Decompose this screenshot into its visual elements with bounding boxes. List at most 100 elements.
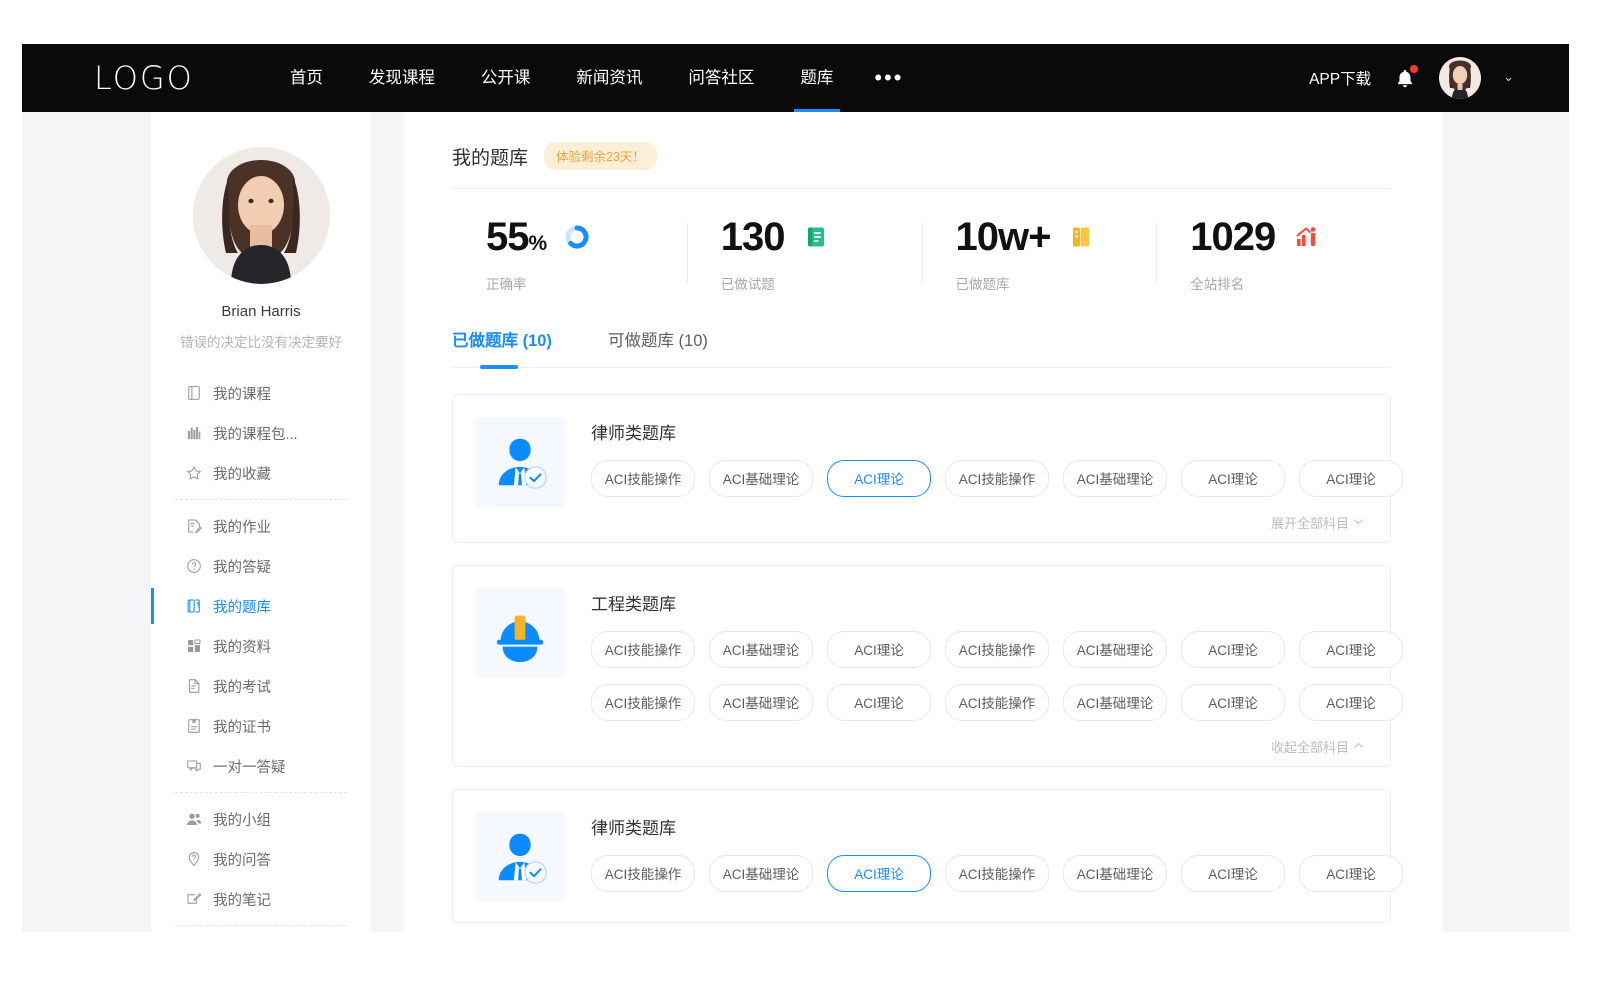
card-footer: 展开全部科目: [591, 513, 1366, 532]
sidebar-item-10[interactable]: 我的证书: [169, 706, 353, 746]
stat-label: 正确率: [486, 273, 687, 293]
subject-tag[interactable]: ACI技能操作: [945, 855, 1049, 892]
subject-tag[interactable]: ACI理论: [827, 855, 931, 892]
chevron-down-icon[interactable]: ⌄: [1503, 69, 1514, 85]
subject-tag[interactable]: ACI理论: [827, 631, 931, 668]
sidebar-item-7[interactable]: 我的题库: [169, 586, 353, 626]
stat-value-row: 10w+: [956, 217, 1157, 257]
subject-tag[interactable]: ACI理论: [1181, 855, 1285, 892]
sidebar-item-1[interactable]: 我的课程: [169, 373, 353, 413]
subject-tag[interactable]: ACI技能操作: [591, 684, 695, 721]
tab-2[interactable]: 可做题库 (10): [608, 327, 708, 367]
sidebar-item-label: 我的作业: [213, 516, 271, 537]
subject-tag[interactable]: ACI技能操作: [591, 855, 695, 892]
subject-tag[interactable]: ACI基础理论: [1063, 631, 1167, 668]
subject-tag-row: ACI技能操作ACI基础理论ACI理论ACI技能操作ACI基础理论ACI理论AC…: [591, 460, 1366, 497]
notification-bell-button[interactable]: [1393, 65, 1417, 91]
subject-tag[interactable]: ACI基础理论: [709, 855, 813, 892]
sidebar-item-11[interactable]: 一对一答疑: [169, 746, 353, 786]
subject-tag[interactable]: ACI理论: [1181, 684, 1285, 721]
stat-label: 已做题库: [956, 273, 1157, 293]
subject-tag-row: ACI技能操作ACI基础理论ACI理论ACI技能操作ACI基础理论ACI理论AC…: [591, 631, 1366, 668]
subject-tag[interactable]: ACI理论: [1299, 684, 1403, 721]
homework-icon: [185, 517, 203, 535]
profile-name: Brian Harris: [151, 303, 371, 320]
page-root: LOGO 首页发现课程公开课新闻资讯问答社区题库••• APP下载: [0, 0, 1600, 990]
top-navigation-bar: LOGO 首页发现课程公开课新闻资讯问答社区题库••• APP下载: [22, 44, 1569, 112]
tab-1[interactable]: 已做题库 (10): [452, 327, 552, 367]
sidebar-item-label: 我的课程包...: [213, 423, 298, 444]
profile-sidebar: Brian Harris 错误的决定比没有决定要好 我的课程我的课程包...我的…: [151, 112, 371, 932]
site-logo[interactable]: LOGO: [94, 59, 194, 97]
sidebar-divider: [175, 792, 347, 793]
nav-link-3[interactable]: 公开课: [458, 44, 554, 112]
nav-more-icon[interactable]: •••: [856, 44, 921, 112]
subject-tag[interactable]: ACI技能操作: [591, 631, 695, 668]
card-title: 工程类题库: [591, 590, 1366, 615]
nav-link-2[interactable]: 发现课程: [346, 44, 458, 112]
stat-value-row: 130: [721, 217, 922, 257]
sidebar-item-13[interactable]: 我的小组: [169, 799, 353, 839]
question-bank-card[interactable]: 律师类题库ACI技能操作ACI基础理论ACI理论ACI技能操作ACI基础理论AC…: [452, 789, 1391, 923]
subject-tag[interactable]: ACI技能操作: [945, 460, 1049, 497]
subject-tag[interactable]: ACI技能操作: [945, 684, 1049, 721]
stat-value: 1029: [1190, 217, 1275, 257]
sidebar-item-14[interactable]: 我的问答: [169, 839, 353, 879]
subject-tag[interactable]: ACI技能操作: [945, 631, 1049, 668]
exam-paper-icon: [185, 677, 203, 695]
sidebar-item-3[interactable]: 我的收藏: [169, 453, 353, 493]
sidebar-item-6[interactable]: 我的答疑: [169, 546, 353, 586]
subject-tag[interactable]: ACI理论: [827, 684, 931, 721]
subject-tag[interactable]: ACI基础理论: [709, 684, 813, 721]
subject-tag[interactable]: ACI理论: [1299, 631, 1403, 668]
stat-number: 130: [721, 215, 785, 259]
certificate-icon: [185, 717, 203, 735]
sidebar-item-2[interactable]: 我的课程包...: [169, 413, 353, 453]
lawyer-avatar-icon: [475, 812, 565, 902]
sidebar-item-label: 我的问答: [213, 849, 271, 870]
sidebar-item-label: 我的答疑: [213, 556, 271, 577]
expand-collapse-subjects-button[interactable]: 展开全部科目: [1271, 513, 1364, 532]
subject-tag-rows: ACI技能操作ACI基础理论ACI理论ACI技能操作ACI基础理论ACI理论AC…: [591, 855, 1366, 892]
subject-tag[interactable]: ACI基础理论: [709, 631, 813, 668]
sidebar-item-label: 我的证书: [213, 716, 271, 737]
subject-tag[interactable]: ACI技能操作: [591, 460, 695, 497]
notification-badge-dot: [1410, 65, 1418, 73]
stat-label: 已做试题: [721, 273, 922, 293]
expand-collapse-label: 收起全部科目: [1271, 737, 1349, 756]
sidebar-item-5[interactable]: 我的作业: [169, 506, 353, 546]
question-circle-icon: [185, 557, 203, 575]
subject-tag[interactable]: ACI基础理论: [1063, 855, 1167, 892]
subject-tag[interactable]: ACI基础理论: [1063, 460, 1167, 497]
red-rank-chart-icon: [1293, 224, 1319, 250]
nav-link-6[interactable]: 题库: [777, 44, 856, 112]
subject-tag[interactable]: ACI理论: [1181, 631, 1285, 668]
question-bank-card[interactable]: 工程类题库 ACI技能操作 ACI基础理论 ACI理论 ACI技能操作 ACI基础理论 AC…: [452, 565, 1391, 767]
yellow-book-icon: [1068, 224, 1094, 250]
subject-tag[interactable]: ACI理论: [1181, 460, 1285, 497]
avatar[interactable]: [1439, 57, 1481, 99]
expand-collapse-subjects-button[interactable]: 收起全部科目: [1271, 737, 1364, 756]
subject-tag[interactable]: ACI理论: [827, 460, 931, 497]
subject-tag[interactable]: ACI理论: [1299, 460, 1403, 497]
stat-value-row: 1029: [1190, 217, 1391, 257]
chat-bubbles-icon: [185, 757, 203, 775]
nav-link-5[interactable]: 问答社区: [665, 44, 777, 112]
stat-number: 10w+: [956, 215, 1051, 259]
subject-tag[interactable]: ACI理论: [1299, 855, 1403, 892]
user-avatar-icon: [1439, 57, 1481, 99]
profile-photo-icon: [193, 147, 330, 284]
sidebar-item-8[interactable]: 我的资料: [169, 626, 353, 666]
app-download-link[interactable]: APP下载: [1309, 67, 1371, 89]
sidebar-item-9[interactable]: 我的考试: [169, 666, 353, 706]
subject-tag[interactable]: ACI基础理论: [709, 460, 813, 497]
sidebar-item-15[interactable]: 我的笔记: [169, 879, 353, 919]
nav-link-4[interactable]: 新闻资讯: [553, 44, 665, 112]
card-body: 律师类题库ACI技能操作ACI基础理论ACI理论ACI技能操作ACI基础理论AC…: [591, 812, 1366, 912]
subject-tag[interactable]: ACI基础理论: [1063, 684, 1167, 721]
files-icon: [185, 637, 203, 655]
nav-link-1[interactable]: 首页: [267, 44, 346, 112]
bookshelf-icon: [185, 424, 203, 442]
question-bank-card[interactable]: 律师类题库ACI技能操作ACI基础理论ACI理论ACI技能操作ACI基础理论AC…: [452, 394, 1391, 543]
lawyer-avatar-icon: [475, 417, 565, 507]
